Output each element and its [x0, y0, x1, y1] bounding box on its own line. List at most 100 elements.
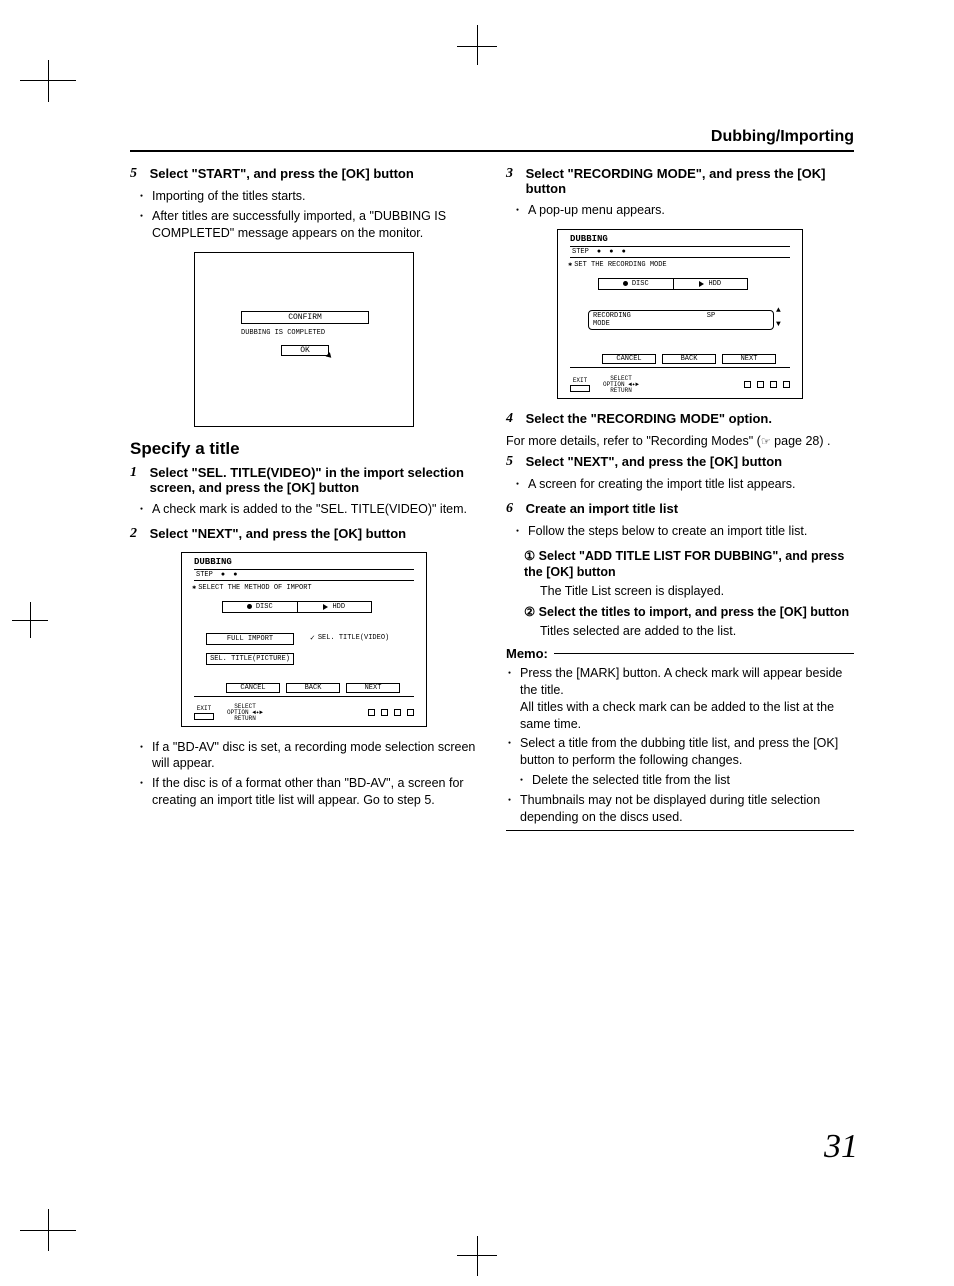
dialog-title: CONFIRM	[241, 311, 369, 324]
crop-mark	[477, 1236, 478, 1276]
hdd-option: HDD	[298, 602, 372, 612]
bullet-text: If the disc is of a format other than "B…	[130, 775, 478, 809]
step-number: 5	[506, 454, 522, 470]
step-instruction: Select the "RECORDING MODE" option.	[526, 411, 846, 426]
right-column: 3 Select "RECORDING MODE", and press the…	[506, 166, 854, 831]
substep-detail: Titles selected are added to the list.	[540, 623, 854, 640]
hdd-option: HDD	[674, 279, 748, 289]
hdd-label: HDD	[708, 280, 721, 288]
detail-pre: For more details, refer to "Recording Mo…	[506, 434, 761, 448]
color-button-icon	[757, 381, 764, 388]
disc-option: DISC	[599, 279, 674, 289]
detail-post: page 28) .	[771, 434, 831, 448]
crop-mark	[477, 25, 478, 65]
sel-title-picture-button: SEL. TITLE(PICTURE)	[206, 653, 294, 665]
crop-mark	[30, 602, 31, 638]
screen-title: DUBBING	[570, 234, 608, 244]
sel-picture-label: SEL. TITLE(PICTURE)	[207, 654, 293, 664]
media-row: DISC HDD	[598, 278, 748, 290]
exit-label: EXIT	[573, 377, 587, 384]
bullet-text: Follow the steps below to create an impo…	[506, 523, 854, 540]
memo-item: Press the [MARK] button. A check mark wi…	[506, 665, 854, 733]
bullet-text: A check mark is added to the "SEL. TITLE…	[130, 501, 478, 518]
substep: ① Select "ADD TITLE LIST FOR DUBBING", a…	[524, 548, 854, 582]
bullet-text: A screen for creating the import title l…	[506, 476, 854, 493]
record-icon	[623, 281, 628, 286]
step-number: 4	[506, 411, 522, 427]
step-number: 3	[506, 166, 522, 182]
memo-subitem: Delete the selected title from the list	[506, 772, 854, 789]
screen-subtitle: ✱SELECT THE METHOD OF IMPORT	[192, 583, 312, 592]
memo-item: Thumbnails may not be displayed during t…	[506, 792, 854, 826]
dubbing-button-icon	[570, 385, 590, 392]
memo-text: All titles with a check mark can be adde…	[520, 700, 834, 731]
subtitle-text: SELECT THE METHOD OF IMPORT	[198, 584, 311, 592]
divider	[570, 367, 790, 368]
color-button-icon	[783, 381, 790, 388]
screen-footer: EXIT SELECT OPTION ◄✦► RETURN	[570, 376, 790, 394]
crop-mark	[48, 60, 49, 102]
step-instruction: Select "NEXT", and press the [OK] button	[150, 526, 470, 541]
step-instruction: Select "RECORDING MODE", and press the […	[526, 166, 846, 196]
full-import-label: FULL IMPORT	[207, 634, 293, 644]
step-instruction: Create an import title list	[526, 501, 846, 516]
bullet-text: Importing of the titles starts.	[130, 188, 478, 205]
step-label: STEP	[572, 248, 589, 256]
substep: ② Select the titles to import, and press…	[524, 604, 854, 621]
return-label: RETURN	[610, 387, 632, 394]
disc-option: DISC	[223, 602, 298, 612]
detail-text: For more details, refer to "Recording Mo…	[506, 433, 854, 450]
screen-footer: EXIT SELECT OPTION ◄✦► RETURN	[194, 704, 414, 722]
star-icon: ✱	[568, 260, 572, 268]
crop-mark	[48, 1209, 49, 1251]
play-icon	[323, 604, 328, 610]
sel-title-video: ✓SEL. TITLE(VIDEO)	[310, 633, 406, 643]
dubbing-button-icon	[194, 713, 214, 720]
check-icon: ✓	[310, 633, 315, 643]
subtitle-text: SET THE RECORDING MODE	[574, 261, 666, 269]
crop-mark	[457, 1255, 497, 1256]
play-icon	[699, 281, 704, 287]
down-arrow-icon: ▼	[776, 320, 781, 329]
step-label: STEP	[196, 571, 213, 579]
media-row: DISC HDD	[222, 601, 372, 613]
return-label: RETURN	[234, 715, 256, 722]
hdd-label: HDD	[332, 603, 345, 611]
nav-buttons: CANCEL BACK NEXT	[226, 683, 400, 693]
ok-button: OK	[281, 345, 329, 356]
color-button-icon	[368, 709, 375, 716]
cancel-button: CANCEL	[602, 354, 656, 364]
divider	[194, 696, 414, 697]
disc-label: DISC	[632, 280, 649, 288]
memo-header: Memo:	[506, 646, 854, 661]
step-dots: ● ●	[221, 571, 240, 579]
screen-title: DUBBING	[194, 557, 232, 567]
star-icon: ✱	[192, 583, 196, 591]
cancel-button: CANCEL	[226, 683, 280, 693]
next-button: NEXT	[346, 683, 400, 693]
screen-step-bar: STEP ● ● ●	[570, 246, 790, 258]
memo-item: Select a title from the dubbing title li…	[506, 735, 854, 769]
reference-icon: ☞	[761, 436, 771, 448]
sel-video-label: SEL. TITLE(VIDEO)	[318, 634, 389, 642]
record-icon	[247, 604, 252, 609]
memo-label: Memo:	[506, 646, 548, 661]
back-button: BACK	[286, 683, 340, 693]
step-instruction: Select "START", and press the [OK] butto…	[150, 166, 470, 181]
substep-detail: The Title List screen is displayed.	[540, 583, 854, 600]
screen-dubbing-method: DUBBING STEP ● ● ✱SELECT THE METHOD OF IM…	[181, 552, 427, 727]
memo-text: Press the [MARK] button. A check mark wi…	[520, 666, 842, 697]
bullet-text: A pop-up menu appears.	[506, 202, 854, 219]
disc-label: DISC	[256, 603, 273, 611]
bullet-text: After titles are successfully imported, …	[130, 208, 478, 242]
step-instruction: Select "SEL. TITLE(VIDEO)" in the import…	[150, 465, 470, 495]
step-number: 5	[130, 166, 146, 182]
recording-mode-value: SP	[649, 311, 773, 329]
nav-buttons: CANCEL BACK NEXT	[602, 354, 776, 364]
page-number: 31	[824, 1128, 858, 1166]
step-dots: ● ● ●	[597, 248, 628, 256]
dialog-message: DUBBING IS COMPLETED	[241, 329, 325, 337]
step-instruction: Select "NEXT", and press the [OK] button	[526, 454, 846, 469]
full-import-button: FULL IMPORT	[206, 633, 294, 645]
screen-subtitle: ✱SET THE RECORDING MODE	[568, 260, 667, 269]
